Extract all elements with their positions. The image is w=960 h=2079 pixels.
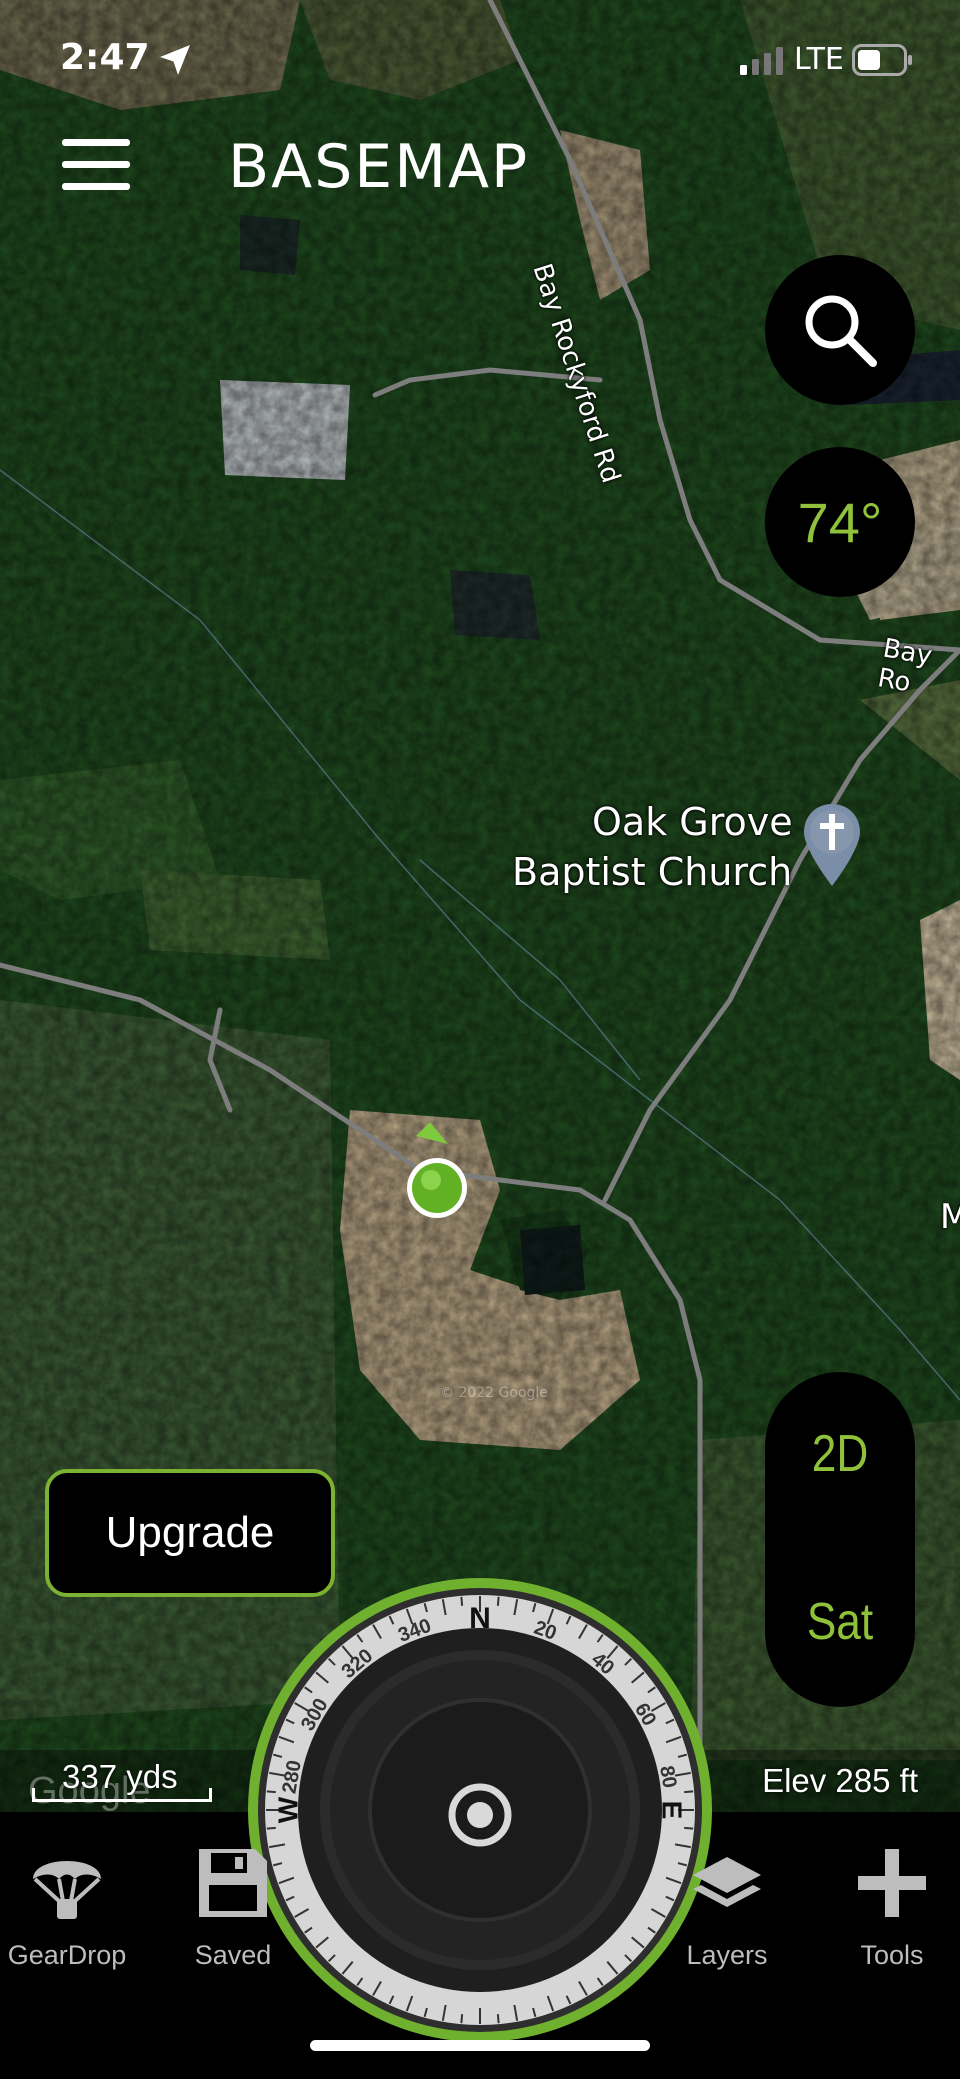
app-logo: BASEMAP bbox=[228, 132, 718, 202]
plus-icon bbox=[858, 1849, 926, 1917]
compass-north-label: N bbox=[469, 1602, 491, 1635]
app-logo-text: BASEMAP bbox=[228, 132, 530, 202]
compass-degree-label: 80 bbox=[655, 1764, 681, 1790]
network-type: LTE bbox=[794, 42, 844, 77]
tab-layers-label: Layers bbox=[686, 1940, 768, 1970]
layers-icon bbox=[693, 1857, 761, 1907]
search-icon bbox=[805, 295, 877, 367]
map-copyright: © 2022 Google bbox=[440, 1385, 548, 1401]
location-marker-icon bbox=[407, 1122, 467, 1218]
map-scale-bar bbox=[32, 1788, 212, 1802]
weather-button[interactable]: 74° bbox=[765, 447, 915, 597]
home-indicator bbox=[310, 2040, 650, 2051]
compass-tick bbox=[266, 1826, 276, 1830]
search-button[interactable] bbox=[765, 255, 915, 405]
view-mode-2d-button[interactable]: 2D bbox=[776, 1424, 904, 1484]
recenter-gps-icon[interactable] bbox=[445, 1780, 515, 1850]
compass-tick bbox=[460, 1596, 464, 1606]
floppy-disk-icon bbox=[199, 1849, 267, 1917]
map-view-toggle: 2D Sat bbox=[765, 1372, 915, 1707]
compass-tick bbox=[460, 2014, 464, 2024]
status-time: 2:47 bbox=[60, 37, 150, 78]
app-screen: Bay Rockyford Rd Bay Ro Oak Grove Baptis… bbox=[0, 0, 960, 2079]
map-edge-label: M bbox=[940, 1197, 960, 1237]
compass-east-label: E bbox=[657, 1801, 688, 1820]
elevation-label: Elev 285 ft bbox=[762, 1762, 918, 1799]
battery-icon bbox=[852, 44, 912, 76]
poi-label-line-1: Oak Grove bbox=[592, 800, 793, 844]
compass-tick bbox=[684, 1790, 694, 1794]
church-pin-icon[interactable] bbox=[800, 800, 864, 890]
compass-tick bbox=[496, 2014, 500, 2024]
tab-geardrop-label: GearDrop bbox=[7, 1940, 127, 1970]
map-layer-sat-button[interactable]: Sat bbox=[776, 1592, 904, 1652]
temperature-label: 74° bbox=[797, 490, 883, 554]
poi-label-line-2: Baptist Church bbox=[512, 850, 793, 894]
location-arrow-icon bbox=[160, 45, 190, 75]
compass-tick bbox=[266, 1790, 276, 1794]
parachute-icon bbox=[33, 1861, 101, 1919]
tab-saved-label: Saved bbox=[194, 1940, 272, 1970]
compass-tick bbox=[496, 1596, 500, 1606]
hamburger-menu-icon[interactable] bbox=[62, 137, 130, 191]
signal-icon bbox=[740, 47, 783, 75]
compass-tick bbox=[684, 1826, 694, 1830]
compass-west-label: W bbox=[272, 1796, 303, 1823]
tab-tools-label: Tools bbox=[860, 1940, 924, 1970]
